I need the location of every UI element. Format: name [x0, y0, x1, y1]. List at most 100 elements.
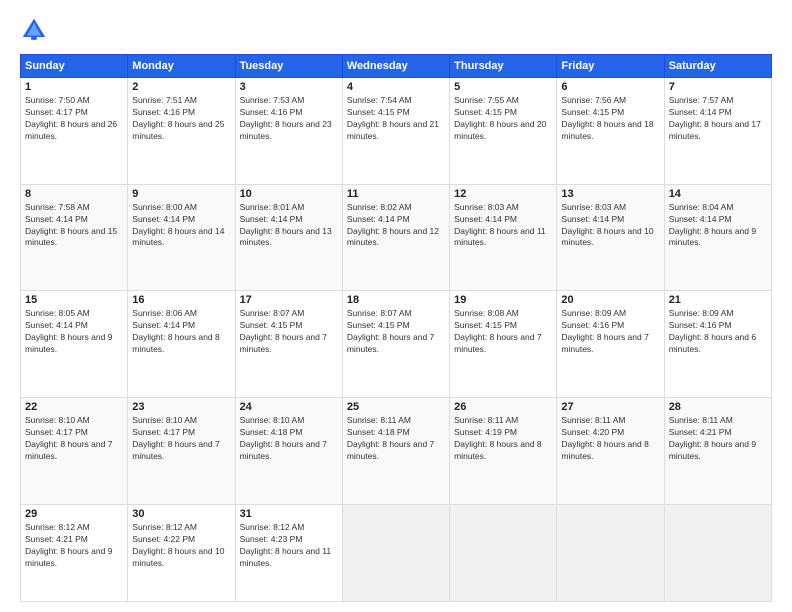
calendar-cell: 13 Sunrise: 8:03 AM Sunset: 4:14 PM Dayl…: [557, 184, 664, 291]
calendar-cell: 25 Sunrise: 8:11 AM Sunset: 4:18 PM Dayl…: [342, 398, 449, 505]
day-info: Sunrise: 7:55 AM Sunset: 4:15 PM Dayligh…: [454, 95, 552, 143]
day-number: 1: [25, 81, 123, 93]
day-info: Sunrise: 8:11 AM Sunset: 4:20 PM Dayligh…: [561, 415, 659, 463]
day-number: 27: [561, 401, 659, 413]
day-info: Sunrise: 8:09 AM Sunset: 4:16 PM Dayligh…: [669, 308, 767, 356]
calendar-cell: 27 Sunrise: 8:11 AM Sunset: 4:20 PM Dayl…: [557, 398, 664, 505]
page: SundayMondayTuesdayWednesdayThursdayFrid…: [0, 0, 792, 612]
day-number: 14: [669, 188, 767, 200]
day-info: Sunrise: 8:11 AM Sunset: 4:21 PM Dayligh…: [669, 415, 767, 463]
day-info: Sunrise: 8:04 AM Sunset: 4:14 PM Dayligh…: [669, 202, 767, 250]
day-number: 16: [132, 294, 230, 306]
calendar-cell: 21 Sunrise: 8:09 AM Sunset: 4:16 PM Dayl…: [664, 291, 771, 398]
day-info: Sunrise: 8:12 AM Sunset: 4:23 PM Dayligh…: [240, 522, 338, 570]
day-number: 22: [25, 401, 123, 413]
day-number: 28: [669, 401, 767, 413]
day-info: Sunrise: 7:54 AM Sunset: 4:15 PM Dayligh…: [347, 95, 445, 143]
calendar-cell: 17 Sunrise: 8:07 AM Sunset: 4:15 PM Dayl…: [235, 291, 342, 398]
calendar-cell: 29 Sunrise: 8:12 AM Sunset: 4:21 PM Dayl…: [21, 504, 128, 601]
day-info: Sunrise: 8:10 AM Sunset: 4:18 PM Dayligh…: [240, 415, 338, 463]
day-info: Sunrise: 8:07 AM Sunset: 4:15 PM Dayligh…: [240, 308, 338, 356]
calendar-header-row: SundayMondayTuesdayWednesdayThursdayFrid…: [21, 55, 772, 78]
calendar-cell: 9 Sunrise: 8:00 AM Sunset: 4:14 PM Dayli…: [128, 184, 235, 291]
calendar-header-sunday: Sunday: [21, 55, 128, 78]
day-info: Sunrise: 8:00 AM Sunset: 4:14 PM Dayligh…: [132, 202, 230, 250]
calendar-header-saturday: Saturday: [664, 55, 771, 78]
day-number: 5: [454, 81, 552, 93]
calendar-header-monday: Monday: [128, 55, 235, 78]
day-number: 15: [25, 294, 123, 306]
calendar-cell: [664, 504, 771, 601]
day-info: Sunrise: 7:53 AM Sunset: 4:16 PM Dayligh…: [240, 95, 338, 143]
day-info: Sunrise: 8:10 AM Sunset: 4:17 PM Dayligh…: [132, 415, 230, 463]
calendar-cell: [557, 504, 664, 601]
day-number: 26: [454, 401, 552, 413]
calendar-cell: 6 Sunrise: 7:56 AM Sunset: 4:15 PM Dayli…: [557, 78, 664, 185]
calendar-table: SundayMondayTuesdayWednesdayThursdayFrid…: [20, 54, 772, 602]
day-number: 21: [669, 294, 767, 306]
day-number: 8: [25, 188, 123, 200]
calendar-header-thursday: Thursday: [450, 55, 557, 78]
day-number: 23: [132, 401, 230, 413]
day-number: 29: [25, 508, 123, 520]
day-number: 24: [240, 401, 338, 413]
day-info: Sunrise: 8:11 AM Sunset: 4:19 PM Dayligh…: [454, 415, 552, 463]
day-info: Sunrise: 8:02 AM Sunset: 4:14 PM Dayligh…: [347, 202, 445, 250]
calendar-header-friday: Friday: [557, 55, 664, 78]
calendar-week-2: 8 Sunrise: 7:58 AM Sunset: 4:14 PM Dayli…: [21, 184, 772, 291]
calendar-cell: 2 Sunrise: 7:51 AM Sunset: 4:16 PM Dayli…: [128, 78, 235, 185]
day-number: 30: [132, 508, 230, 520]
day-number: 6: [561, 81, 659, 93]
calendar-cell: 8 Sunrise: 7:58 AM Sunset: 4:14 PM Dayli…: [21, 184, 128, 291]
day-number: 20: [561, 294, 659, 306]
day-info: Sunrise: 7:51 AM Sunset: 4:16 PM Dayligh…: [132, 95, 230, 143]
day-info: Sunrise: 7:58 AM Sunset: 4:14 PM Dayligh…: [25, 202, 123, 250]
day-info: Sunrise: 8:03 AM Sunset: 4:14 PM Dayligh…: [561, 202, 659, 250]
day-info: Sunrise: 8:08 AM Sunset: 4:15 PM Dayligh…: [454, 308, 552, 356]
day-number: 4: [347, 81, 445, 93]
calendar-cell: [342, 504, 449, 601]
calendar-cell: 22 Sunrise: 8:10 AM Sunset: 4:17 PM Dayl…: [21, 398, 128, 505]
header: [20, 16, 772, 44]
day-info: Sunrise: 8:12 AM Sunset: 4:22 PM Dayligh…: [132, 522, 230, 570]
day-info: Sunrise: 8:07 AM Sunset: 4:15 PM Dayligh…: [347, 308, 445, 356]
calendar-week-1: 1 Sunrise: 7:50 AM Sunset: 4:17 PM Dayli…: [21, 78, 772, 185]
calendar-cell: [450, 504, 557, 601]
calendar-cell: 31 Sunrise: 8:12 AM Sunset: 4:23 PM Dayl…: [235, 504, 342, 601]
day-number: 19: [454, 294, 552, 306]
day-number: 3: [240, 81, 338, 93]
day-number: 18: [347, 294, 445, 306]
day-info: Sunrise: 7:50 AM Sunset: 4:17 PM Dayligh…: [25, 95, 123, 143]
calendar-header-tuesday: Tuesday: [235, 55, 342, 78]
calendar-week-5: 29 Sunrise: 8:12 AM Sunset: 4:21 PM Dayl…: [21, 504, 772, 601]
calendar-cell: 16 Sunrise: 8:06 AM Sunset: 4:14 PM Dayl…: [128, 291, 235, 398]
calendar-cell: 26 Sunrise: 8:11 AM Sunset: 4:19 PM Dayl…: [450, 398, 557, 505]
calendar-cell: 1 Sunrise: 7:50 AM Sunset: 4:17 PM Dayli…: [21, 78, 128, 185]
calendar-header-wednesday: Wednesday: [342, 55, 449, 78]
day-number: 2: [132, 81, 230, 93]
day-number: 17: [240, 294, 338, 306]
calendar-cell: 20 Sunrise: 8:09 AM Sunset: 4:16 PM Dayl…: [557, 291, 664, 398]
day-number: 11: [347, 188, 445, 200]
calendar-cell: 28 Sunrise: 8:11 AM Sunset: 4:21 PM Dayl…: [664, 398, 771, 505]
logo-icon: [20, 16, 48, 44]
calendar-cell: 23 Sunrise: 8:10 AM Sunset: 4:17 PM Dayl…: [128, 398, 235, 505]
calendar-cell: 4 Sunrise: 7:54 AM Sunset: 4:15 PM Dayli…: [342, 78, 449, 185]
calendar-cell: 30 Sunrise: 8:12 AM Sunset: 4:22 PM Dayl…: [128, 504, 235, 601]
calendar-cell: 10 Sunrise: 8:01 AM Sunset: 4:14 PM Dayl…: [235, 184, 342, 291]
day-number: 9: [132, 188, 230, 200]
day-info: Sunrise: 8:03 AM Sunset: 4:14 PM Dayligh…: [454, 202, 552, 250]
day-number: 25: [347, 401, 445, 413]
day-info: Sunrise: 8:11 AM Sunset: 4:18 PM Dayligh…: [347, 415, 445, 463]
calendar-cell: 15 Sunrise: 8:05 AM Sunset: 4:14 PM Dayl…: [21, 291, 128, 398]
calendar-week-4: 22 Sunrise: 8:10 AM Sunset: 4:17 PM Dayl…: [21, 398, 772, 505]
calendar-week-3: 15 Sunrise: 8:05 AM Sunset: 4:14 PM Dayl…: [21, 291, 772, 398]
calendar-cell: 24 Sunrise: 8:10 AM Sunset: 4:18 PM Dayl…: [235, 398, 342, 505]
day-info: Sunrise: 8:12 AM Sunset: 4:21 PM Dayligh…: [25, 522, 123, 570]
day-info: Sunrise: 7:57 AM Sunset: 4:14 PM Dayligh…: [669, 95, 767, 143]
calendar-cell: 12 Sunrise: 8:03 AM Sunset: 4:14 PM Dayl…: [450, 184, 557, 291]
day-number: 10: [240, 188, 338, 200]
calendar-cell: 19 Sunrise: 8:08 AM Sunset: 4:15 PM Dayl…: [450, 291, 557, 398]
day-info: Sunrise: 8:09 AM Sunset: 4:16 PM Dayligh…: [561, 308, 659, 356]
day-number: 31: [240, 508, 338, 520]
